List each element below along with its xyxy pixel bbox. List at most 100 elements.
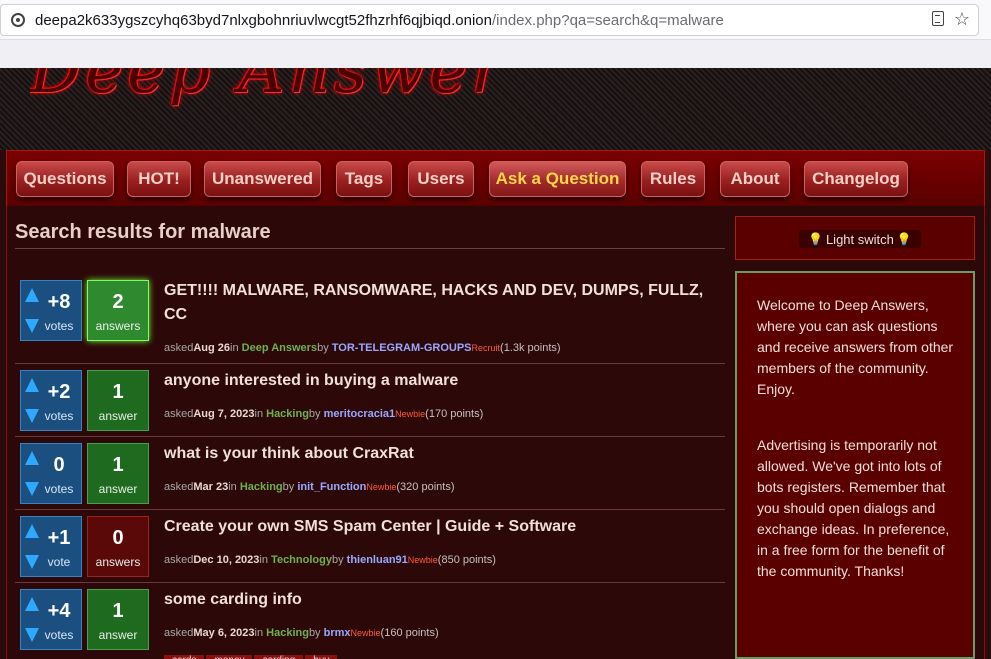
light-switch-button[interactable]: 💡 Light switch 💡 <box>799 230 921 248</box>
meta-category[interactable]: Hacking <box>266 627 309 639</box>
meta-points: (1.3k points) <box>500 342 561 354</box>
meta-points: (170 points) <box>425 408 484 420</box>
vote-label: vote <box>47 555 71 569</box>
meta-date[interactable]: Dec 10, 2023 <box>193 554 259 566</box>
browser-tabstrip <box>0 40 991 68</box>
site-logo[interactable]: Deep Answers <box>30 68 490 116</box>
meta-asked: asked <box>164 481 194 493</box>
meta-points: (850 points) <box>437 554 496 566</box>
meta-category[interactable]: Hacking <box>240 481 283 493</box>
vote-box: +8 votes <box>20 280 82 341</box>
question-title[interactable]: what is your think about CraxRat <box>164 442 704 466</box>
nav-rules[interactable]: Rules <box>641 161 705 197</box>
page-title: Search results for malware <box>15 221 271 243</box>
answer-count: 2 <box>112 291 124 313</box>
meta-in: in <box>259 554 268 566</box>
answer-label: answers <box>95 319 141 333</box>
meta-user[interactable]: brmx <box>324 627 351 639</box>
tag-item[interactable]: carding <box>254 655 304 659</box>
vote-box: +2 votes <box>20 370 82 431</box>
answer-label: answer <box>98 409 138 423</box>
question-meta: askedAug 7, 2023in Hackingby meritocraci… <box>164 408 483 420</box>
tag-item[interactable]: cards <box>164 655 205 659</box>
nav-users[interactable]: Users <box>408 161 474 197</box>
answer-count-box: 1 answer <box>87 370 149 431</box>
tag-item[interactable]: money <box>206 655 253 659</box>
answer-count: 1 <box>112 600 124 622</box>
meta-by: by <box>308 408 321 420</box>
vote-box: +1 vote <box>20 516 82 577</box>
meta-by: by <box>331 554 344 566</box>
meta-date[interactable]: Aug 26 <box>193 342 230 354</box>
tag-list: cards money carding buy <box>164 655 338 659</box>
answer-count: 1 <box>112 381 124 403</box>
bookmark-star-icon[interactable]: ☆ <box>954 10 970 28</box>
url-path: /index.php?qa=search&q=malware <box>492 11 724 29</box>
answer-count-box: 1 answer <box>87 589 149 650</box>
question-title[interactable]: GET!!!! MALWARE, RANSOMWARE, HACKS AND D… <box>164 279 704 327</box>
meta-asked: asked <box>164 554 194 566</box>
question-item: +8 votes 2 answers GET!!!! MALWARE, RANS… <box>15 274 725 364</box>
reader-view-icon[interactable] <box>931 11 944 26</box>
lightbulb-icon: 💡 <box>808 232 823 246</box>
question-title[interactable]: some carding info <box>164 588 704 612</box>
meta-asked: asked <box>164 627 194 639</box>
question-title[interactable]: anyone interested in buying a malware <box>164 369 704 393</box>
meta-in: in <box>228 481 237 493</box>
answer-label: answers <box>95 555 141 569</box>
nav-changelog[interactable]: Changelog <box>804 161 908 197</box>
nav-about[interactable]: About <box>720 161 790 197</box>
answer-count: 0 <box>112 527 124 549</box>
main-navigation: Questions HOT! Unanswered Tags Users Ask… <box>6 150 985 206</box>
site-banner: Deep Answers <box>0 68 991 150</box>
meta-date[interactable]: May 6, 2023 <box>193 627 254 639</box>
nav-unanswered[interactable]: Unanswered <box>204 161 321 197</box>
nav-tags[interactable]: Tags <box>336 161 392 197</box>
meta-user-level: Newbie <box>395 409 426 419</box>
question-item: +2 votes 1 answer anyone interested in b… <box>15 364 725 437</box>
meta-points: (160 points) <box>380 627 439 639</box>
meta-user[interactable]: meritocracia1 <box>324 408 396 420</box>
question-item: +1 vote 0 answers Create your own SMS Sp… <box>15 510 725 583</box>
vote-label: votes <box>44 319 74 333</box>
onion-site-icon[interactable] <box>11 13 25 27</box>
answer-label: answer <box>98 628 138 642</box>
vote-label: votes <box>44 482 74 496</box>
meta-asked: asked <box>164 408 194 420</box>
vote-box: 0 votes <box>20 443 82 504</box>
meta-in: in <box>254 408 264 420</box>
meta-category[interactable]: Deep Answers <box>242 342 317 354</box>
meta-user[interactable]: TOR-TELEGRAM-GROUPS <box>332 342 472 354</box>
answer-count: 1 <box>112 454 124 476</box>
meta-user[interactable]: init_Function <box>297 481 366 493</box>
nav-questions[interactable]: Questions <box>16 161 114 197</box>
meta-user[interactable]: thienluan91 <box>347 554 408 566</box>
vote-box: +4 votes <box>20 589 82 650</box>
nav-hot[interactable]: HOT! <box>127 161 191 197</box>
nav-ask-question[interactable]: Ask a Question <box>489 161 626 197</box>
meta-points: (320 points) <box>396 481 455 493</box>
vote-label: votes <box>44 628 74 642</box>
question-meta: askedMay 6, 2023in Hackingby brmxNewbie(… <box>164 627 439 639</box>
meta-date[interactable]: Mar 23 <box>193 481 228 493</box>
notice-text: Advertising is temporarily not allowed. … <box>757 437 950 579</box>
question-meta: askedMar 23in Hackingby init_FunctionNew… <box>164 481 454 493</box>
meta-user-level: Newbie <box>407 555 438 565</box>
url-field[interactable]: deepa2k633ygszcyhq63byd7nlxgbohnriuvlwcg… <box>0 4 979 36</box>
light-switch-panel: 💡 Light switch 💡 <box>735 216 975 260</box>
title-divider <box>15 248 725 249</box>
meta-user-level: Newbie <box>350 628 381 638</box>
tag-item[interactable]: buy <box>305 655 338 659</box>
question-title[interactable]: Create your own SMS Spam Center | Guide … <box>164 515 704 539</box>
question-item: +4 votes 1 answer some carding info aske… <box>15 583 725 659</box>
meta-in: in <box>254 627 264 639</box>
answer-count-box: 0 answers <box>87 516 149 577</box>
vote-count: +1 <box>47 527 71 549</box>
meta-by: by <box>282 481 295 493</box>
answer-label: answer <box>98 482 138 496</box>
meta-date[interactable]: Aug 7, 2023 <box>193 408 254 420</box>
meta-category[interactable]: Technology <box>271 554 332 566</box>
url-text[interactable]: deepa2k633ygszcyhq63byd7nlxgbohnriuvlwcg… <box>35 12 724 29</box>
question-item: 0 votes 1 answer what is your think abou… <box>15 437 725 510</box>
meta-category[interactable]: Hacking <box>266 408 309 420</box>
